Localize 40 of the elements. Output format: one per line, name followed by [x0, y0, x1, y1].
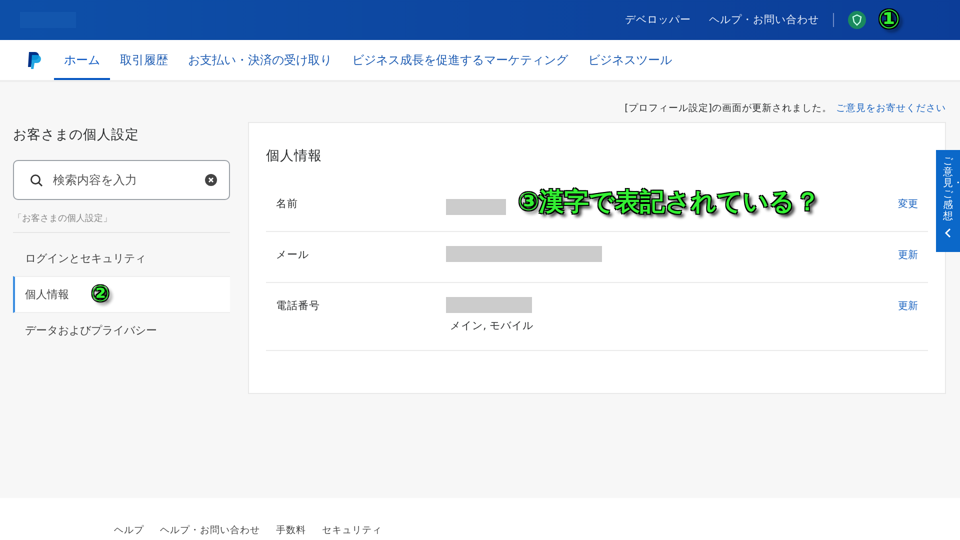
- sidebar-item[interactable]: データおよびプライバシー: [13, 313, 230, 348]
- chevron-icon: [944, 228, 952, 238]
- clear-icon[interactable]: [205, 174, 217, 186]
- phone-type: メイン, モバイル: [450, 319, 535, 333]
- nav-tab[interactable]: 取引履歴: [110, 42, 178, 80]
- nav-tab[interactable]: ホーム: [54, 42, 110, 80]
- header-link[interactable]: ヘルプ・お問い合わせ: [708, 13, 819, 27]
- annotation-number: ②: [91, 282, 110, 307]
- card-title: 個人情報: [266, 147, 323, 166]
- sidebar-title: お客さまの個人設定: [13, 126, 140, 145]
- field-label: 名前: [276, 197, 299, 211]
- annotation-text: ③漢字で表記されている？: [518, 186, 820, 218]
- edit-link[interactable]: 更新: [898, 299, 918, 313]
- sidebar-item[interactable]: ログインとセキュリティ: [13, 241, 230, 276]
- footer-link[interactable]: ヘルプ: [114, 524, 144, 540]
- edit-link[interactable]: 変更: [898, 197, 918, 211]
- notice-text: [プロフィール設定]の画面が更新されました。: [624, 102, 832, 116]
- search-field[interactable]: 検索内容を入力: [13, 160, 230, 200]
- sidebar-item-label: ログインとセキュリティ: [25, 251, 146, 266]
- sidebar-item-label: 個人情報: [25, 287, 69, 302]
- footer-link[interactable]: 手数料: [276, 524, 306, 540]
- field-label: メール: [276, 248, 310, 262]
- shield-icon[interactable]: [848, 11, 866, 29]
- annotation-number: ①: [878, 5, 900, 35]
- footer-link[interactable]: ヘルプ・お問い合わせ: [160, 524, 260, 540]
- field-label: 電話番号: [276, 299, 321, 313]
- nav-tab[interactable]: ビジネスツール: [578, 42, 682, 80]
- footer-link[interactable]: セキュリティ: [322, 524, 382, 540]
- logo-icon: [26, 51, 42, 69]
- search-icon: [30, 174, 43, 187]
- edit-link[interactable]: 更新: [898, 248, 918, 262]
- section-label: 「お客さまの個人設定」: [13, 212, 230, 233]
- header-link[interactable]: デベロッパー: [624, 13, 691, 27]
- feedback-link[interactable]: ご意見をお寄せください: [836, 102, 946, 116]
- nav-tab[interactable]: ビジネス成長を促進するマーケティング: [342, 42, 578, 80]
- redacted-block: [446, 198, 506, 214]
- sidebar-item-label: データおよびプライバシー: [25, 323, 157, 338]
- sidebar-item[interactable]: 個人情報 ②: [13, 276, 230, 313]
- nav-tab[interactable]: お支払い・決済の受け取り: [178, 42, 342, 80]
- feedback-tab[interactable]: ご意見・ご感想: [936, 150, 960, 252]
